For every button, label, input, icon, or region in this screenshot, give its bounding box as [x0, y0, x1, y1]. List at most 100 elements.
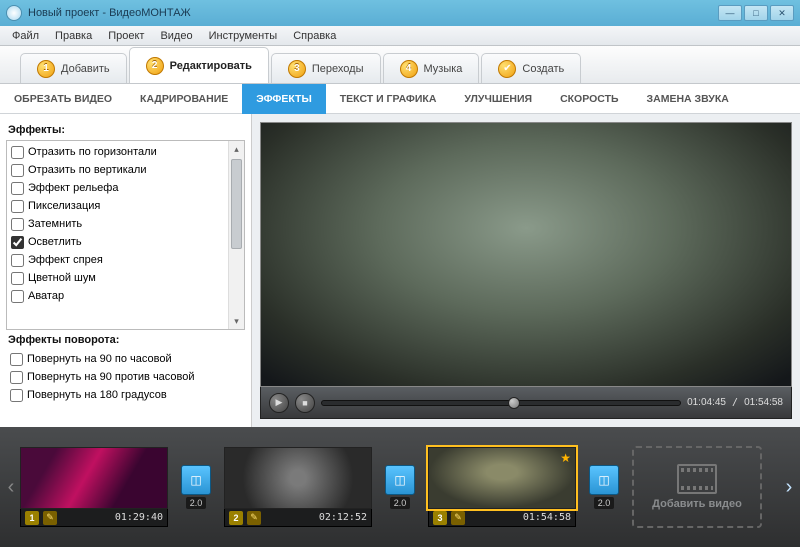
step-edit[interactable]: 2Редактировать [129, 47, 269, 83]
scroll-thumb[interactable] [231, 159, 242, 249]
rotate-checkbox[interactable] [10, 371, 23, 384]
effect-item[interactable]: Осветлить [7, 233, 244, 251]
timeline-next[interactable]: › [778, 457, 800, 517]
effect-checkbox[interactable] [11, 164, 24, 177]
minimize-button[interactable]: — [718, 5, 742, 21]
effect-checkbox[interactable] [11, 182, 24, 195]
step-num-icon: 2 [146, 57, 164, 75]
star-icon: ★ [560, 451, 571, 465]
step-add[interactable]: 1Добавить [20, 53, 127, 83]
seek-knob[interactable] [508, 397, 520, 409]
effects-heading: Эффекты: [8, 124, 243, 136]
effect-checkbox[interactable] [11, 272, 24, 285]
tab-trim[interactable]: ОБРЕЗАТЬ ВИДЕО [0, 84, 126, 114]
effects-listbox: Отразить по горизонтали Отразить по верти… [6, 140, 245, 330]
scroll-down-icon[interactable]: ▾ [229, 313, 244, 329]
clip-thumb[interactable] [20, 447, 168, 509]
tab-crop[interactable]: КАДРИРОВАНИЕ [126, 84, 242, 114]
stop-button[interactable]: ■ [295, 393, 315, 413]
effect-checkbox[interactable] [11, 290, 24, 303]
effect-checkbox[interactable] [11, 146, 24, 159]
menubar: Файл Правка Проект Видео Инструменты Спр… [0, 26, 800, 46]
menu-tools[interactable]: Инструменты [201, 28, 286, 44]
transition-icon[interactable]: ◫ [589, 465, 619, 495]
menu-help[interactable]: Справка [285, 28, 344, 44]
play-button[interactable]: ▶ [269, 393, 289, 413]
time-display: 01:04:45 / 01:54:58 [687, 397, 783, 408]
menu-project[interactable]: Проект [100, 28, 152, 44]
menu-video[interactable]: Видео [152, 28, 200, 44]
step-create[interactable]: ✔Создать [481, 53, 581, 83]
edit-subtabs: ОБРЕЗАТЬ ВИДЕО КАДРИРОВАНИЕ ЭФФЕКТЫ ТЕКС… [0, 84, 800, 114]
pencil-icon[interactable]: ✎ [451, 511, 465, 525]
effect-label: Осветлить [28, 236, 82, 248]
rotate-checkbox[interactable] [10, 353, 23, 366]
rotate-label: Повернуть на 90 против часовой [27, 371, 195, 383]
rotate-heading: Эффекты поворота: [8, 334, 243, 346]
menu-file[interactable]: Файл [4, 28, 47, 44]
titlebar: Новый проект - ВидеоМОНТАЖ — □ ✕ [0, 0, 800, 26]
tab-text[interactable]: ТЕКСТ И ГРАФИКА [326, 84, 451, 114]
effect-item[interactable]: Затемнить [7, 215, 244, 233]
effect-checkbox[interactable] [11, 200, 24, 213]
effect-item[interactable]: Отразить по вертикали [7, 161, 244, 179]
transition-icon[interactable]: ◫ [181, 465, 211, 495]
rotate-checkbox[interactable] [10, 389, 23, 402]
timeline: ‹ 1✎01:29:40 ◫2.0 2✎02:12:52 ◫2.0 ★ 3✎01… [0, 427, 800, 547]
clip-duration: 01:54:58 [523, 512, 571, 523]
step-music[interactable]: 4Музыка [383, 53, 480, 83]
clip-3[interactable]: ★ 3✎01:54:58 [428, 447, 576, 527]
tab-enhance[interactable]: УЛУЧШЕНИЯ [450, 84, 546, 114]
step-num-icon: 3 [288, 60, 306, 78]
close-button[interactable]: ✕ [770, 5, 794, 21]
effect-checkbox[interactable] [11, 218, 24, 231]
clip-2[interactable]: 2✎02:12:52 [224, 447, 372, 527]
timeline-prev[interactable]: ‹ [0, 457, 22, 517]
step-num-icon: 1 [37, 60, 55, 78]
effect-label: Отразить по горизонтали [28, 146, 157, 158]
step-num-icon: 4 [400, 60, 418, 78]
scroll-up-icon[interactable]: ▴ [229, 141, 244, 157]
tab-speed[interactable]: СКОРОСТЬ [546, 84, 632, 114]
wizard-steps: 1Добавить 2Редактировать 3Переходы 4Музы… [0, 46, 800, 84]
transition-1[interactable]: ◫ 2.0 [178, 465, 214, 509]
check-icon: ✔ [498, 60, 516, 78]
tab-audio[interactable]: ЗАМЕНА ЗВУКА [633, 84, 743, 114]
clip-number: 1 [25, 511, 39, 525]
pencil-icon[interactable]: ✎ [247, 511, 261, 525]
seek-bar[interactable] [321, 400, 681, 406]
clip-thumb[interactable] [224, 447, 372, 509]
scrollbar[interactable]: ▴ ▾ [228, 141, 244, 329]
rotate-label: Повернуть на 90 по часовой [27, 353, 172, 365]
effect-checkbox[interactable] [11, 254, 24, 267]
effect-label: Отразить по вертикали [28, 164, 146, 176]
clip-1[interactable]: 1✎01:29:40 [20, 447, 168, 527]
transition-length: 2.0 [594, 497, 615, 509]
menu-edit[interactable]: Правка [47, 28, 100, 44]
window-title: Новый проект - ВидеоМОНТАЖ [28, 7, 718, 19]
effect-label: Эффект спрея [28, 254, 103, 266]
transition-icon[interactable]: ◫ [385, 465, 415, 495]
effect-item[interactable]: Аватар [7, 287, 244, 305]
effect-item[interactable]: Отразить по горизонтали [7, 143, 244, 161]
rotate-label: Повернуть на 180 градусов [27, 389, 167, 401]
transition-3[interactable]: ◫ 2.0 [586, 465, 622, 509]
player-controls: ▶ ■ 01:04:45 / 01:54:58 [260, 387, 792, 419]
rotate-item[interactable]: Повернуть на 180 градусов [6, 386, 245, 404]
tab-effects[interactable]: ЭФФЕКТЫ [242, 84, 325, 114]
rotate-item[interactable]: Повернуть на 90 по часовой [6, 350, 245, 368]
clip-thumb[interactable]: ★ [428, 447, 576, 509]
step-transitions[interactable]: 3Переходы [271, 53, 381, 83]
effect-label: Цветной шум [28, 272, 96, 284]
effect-item[interactable]: Эффект спрея [7, 251, 244, 269]
effect-item[interactable]: Эффект рельефа [7, 179, 244, 197]
transition-length: 2.0 [186, 497, 207, 509]
pencil-icon[interactable]: ✎ [43, 511, 57, 525]
effect-item[interactable]: Пикселизация [7, 197, 244, 215]
effect-item[interactable]: Цветной шум [7, 269, 244, 287]
effect-checkbox[interactable] [11, 236, 24, 249]
add-video-button[interactable]: Добавить видео [632, 446, 762, 528]
rotate-item[interactable]: Повернуть на 90 против часовой [6, 368, 245, 386]
transition-2[interactable]: ◫2.0 [382, 465, 418, 509]
maximize-button[interactable]: □ [744, 5, 768, 21]
